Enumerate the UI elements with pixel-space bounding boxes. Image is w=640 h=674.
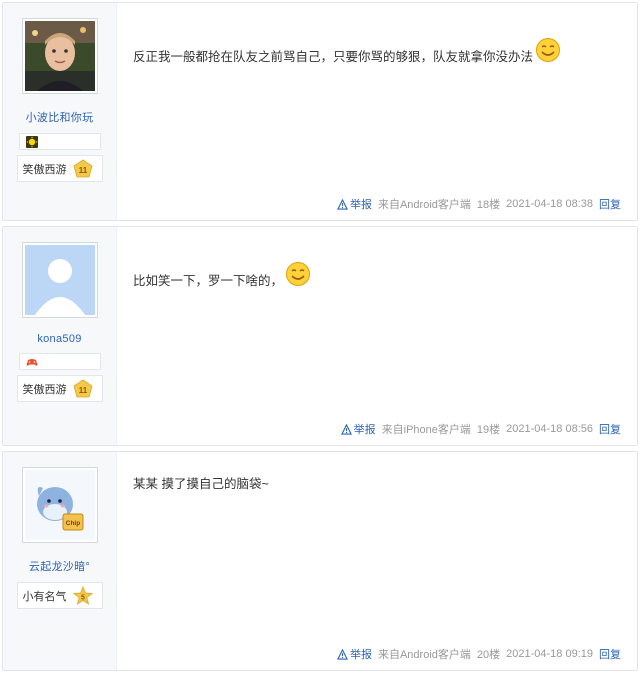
level-name: 小有名气 [22, 590, 67, 603]
sun-medal-icon [25, 135, 38, 148]
post-content: 反正我一般都抢在队友之前骂自己，只要你骂的够狠，队友就拿你没办法 举报 来自An… [117, 3, 637, 220]
post-time: 2021-04-18 08:56 [506, 423, 593, 435]
medal-box [18, 133, 101, 150]
author-sidebar: 小波比和你玩 笑傲西游 11 [3, 3, 117, 220]
reply-list: 小波比和你玩 笑傲西游 11 反正我一般都抢在队友之前骂自己，只要你骂的够狠，队… [0, 0, 640, 674]
username[interactable]: 云起龙沙暗° [29, 558, 90, 574]
post-time: 2021-04-18 08:38 [506, 198, 593, 210]
svg-text:Chip: Chip [65, 520, 79, 527]
floor-number: 20楼 [476, 649, 501, 661]
author-sidebar: kona509 笑傲西游 11 [3, 227, 117, 445]
avatar[interactable] [21, 242, 98, 318]
reply-post: Chip 云起龙沙暗° 小有名气 5 某某 摸了摸自己的脑袋~ 举报 来自And… [2, 451, 638, 671]
warning-triangle-icon [340, 423, 352, 435]
post-text: 某某 摸了摸自己的脑袋~ [133, 477, 269, 491]
post-source: 来自Android客户端 [377, 649, 471, 661]
level-badge-icon: 11 [73, 159, 92, 177]
reply-link[interactable]: 回复 [599, 421, 621, 437]
post-body: 某某 摸了摸自己的脑袋~ [133, 473, 269, 492]
post-time: 2021-04-18 09:19 [506, 648, 593, 660]
post-text: 比如笑一下，罗一下啥的， [133, 274, 284, 288]
report-link[interactable]: 举报 [336, 646, 372, 662]
user-level: 小有名气 5 [16, 582, 103, 609]
post-source: 来自Android客户端 [377, 199, 471, 211]
level-badge-icon: 11 [73, 379, 92, 397]
post-text: 反正我一般都抢在队友之前骂自己，只要你骂的够狠，队友就拿你没办法 [133, 50, 534, 64]
warning-triangle-icon [336, 648, 348, 660]
reply-link[interactable]: 回复 [599, 646, 621, 662]
avatar[interactable] [21, 18, 98, 94]
post-footer: 举报 来自Android客户端 20楼 2021-04-18 09:19 回复 [336, 646, 621, 662]
reply-post: 小波比和你玩 笑傲西游 11 反正我一般都抢在队友之前骂自己，只要你骂的够狠，队… [2, 2, 638, 221]
report-label: 举报 [353, 424, 376, 436]
level-badge-icon: 5 [72, 585, 93, 605]
username[interactable]: 小波比和你玩 [26, 109, 94, 125]
gamepad-medal-icon [26, 358, 37, 366]
post-body: 比如笑一下，罗一下啥的， [133, 261, 311, 289]
medal-box [18, 353, 101, 370]
smile-emoji-icon [286, 262, 311, 286]
author-sidebar: Chip 云起龙沙暗° 小有名气 5 [3, 452, 117, 670]
level-name: 笑傲西游 [22, 383, 67, 396]
level-number: 11 [78, 166, 87, 175]
post-body: 反正我一般都抢在队友之前骂自己，只要你骂的够狠，队友就拿你没办法 [133, 37, 561, 65]
report-label: 举报 [349, 649, 372, 661]
post-footer: 举报 来自Android客户端 18楼 2021-04-18 08:38 回复 [336, 196, 621, 212]
avatar[interactable]: Chip [21, 467, 98, 543]
reply-link[interactable]: 回复 [599, 196, 621, 212]
level-number: 5 [81, 594, 85, 601]
level-number: 11 [78, 386, 87, 395]
post-source: 来自iPhone客户端 [381, 424, 471, 436]
post-content: 某某 摸了摸自己的脑袋~ 举报 来自Android客户端 20楼 2021-04… [117, 452, 637, 670]
report-link[interactable]: 举报 [336, 196, 372, 212]
reply-post: kona509 笑傲西游 11 比如笑一下，罗一下啥的， 举报 来自iPhone… [2, 226, 638, 446]
floor-number: 18楼 [476, 199, 501, 211]
smile-emoji-icon [536, 38, 561, 62]
report-link[interactable]: 举报 [340, 421, 376, 437]
level-name: 笑傲西游 [22, 163, 67, 176]
user-level: 笑傲西游 11 [16, 155, 103, 182]
user-level: 笑傲西游 11 [16, 375, 103, 402]
username[interactable]: kona509 [37, 333, 81, 345]
floor-number: 19楼 [476, 424, 501, 436]
post-footer: 举报 来自iPhone客户端 19楼 2021-04-18 08:56 回复 [340, 421, 621, 437]
post-content: 比如笑一下，罗一下啥的， 举报 来自iPhone客户端 19楼 2021-04-… [117, 227, 637, 445]
report-label: 举报 [349, 199, 372, 211]
warning-triangle-icon [336, 198, 348, 210]
